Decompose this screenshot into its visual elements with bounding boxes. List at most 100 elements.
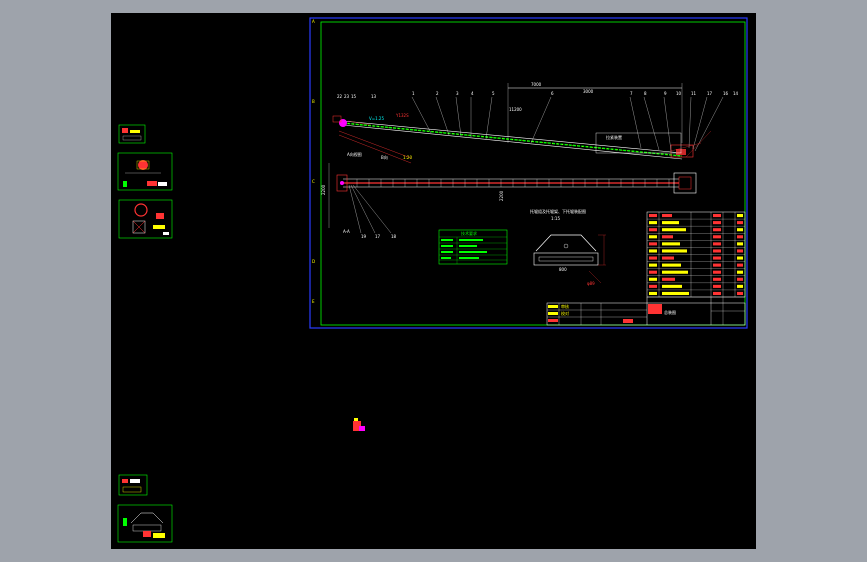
parts-row-name bbox=[662, 263, 681, 267]
parts-row-note bbox=[737, 263, 743, 267]
plan-view-conveyor[interactable]: 2200 2200 19 17 18 B向 A-A bbox=[321, 154, 697, 239]
parts-row-note bbox=[737, 256, 743, 260]
parts-row-name bbox=[662, 270, 688, 274]
thumbnail-drawing-5[interactable] bbox=[117, 504, 173, 543]
parts-row-note bbox=[737, 249, 743, 253]
parts-row-qty bbox=[713, 270, 721, 274]
parts-row-index bbox=[649, 242, 657, 246]
parts-row-name bbox=[662, 284, 682, 288]
parts-row-index bbox=[649, 256, 657, 260]
parts-row-name bbox=[662, 256, 674, 260]
part-callout-15: 15 bbox=[351, 94, 357, 99]
part-callout-7: 7 bbox=[630, 91, 633, 96]
dim-vertical-mid: 2200 bbox=[499, 190, 504, 201]
model-space-viewport[interactable]: A B C D E 7000 3000 22 23 15 13 1 2 3 4 5 6 7 8 9 10 1… bbox=[111, 13, 756, 549]
parts-row-qty bbox=[713, 214, 721, 218]
dim-mid: 11200 bbox=[509, 107, 522, 112]
parts-row-name bbox=[662, 235, 673, 239]
part-number-callouts-top: 22 23 15 131 2 3 4 5 6 7 8 9 10 11 17 16 14 bbox=[337, 91, 739, 99]
part-callout-1: 1 bbox=[412, 91, 415, 96]
parts-row-qty bbox=[713, 291, 721, 295]
parts-row-qty bbox=[713, 228, 721, 232]
part-callout-4: 4 bbox=[471, 91, 474, 96]
thumbnail-drawing-1[interactable] bbox=[118, 124, 146, 144]
parts-row-index bbox=[649, 284, 657, 288]
part-callout-13: 13 bbox=[371, 94, 377, 99]
parts-row-name bbox=[662, 228, 686, 232]
title-review-label: 审核 bbox=[561, 303, 569, 309]
svg-text:D: D bbox=[312, 259, 315, 264]
parts-row-index bbox=[649, 214, 657, 218]
thumbnail-drawing-3[interactable] bbox=[118, 199, 173, 239]
svg-text:E: E bbox=[312, 299, 315, 304]
label-tension: 拉紧装置 bbox=[606, 134, 622, 140]
svg-text:A: A bbox=[312, 19, 315, 24]
thumbnail-drawing-2[interactable] bbox=[117, 152, 173, 191]
small-block-center[interactable] bbox=[353, 418, 365, 431]
dim-vertical-left: 2200 bbox=[321, 184, 326, 195]
parts-row-qty bbox=[713, 249, 721, 253]
label-motor: Y132S bbox=[395, 113, 409, 118]
section-title: 托辊组及托辊架、下托辊装配图 bbox=[530, 208, 586, 214]
parts-row-name bbox=[662, 291, 689, 295]
inclined-conveyor[interactable]: V=1.25 Y132S 拉紧装置 11200 A向视图 1:20 bbox=[332, 96, 724, 164]
label-view-b: A-A bbox=[343, 229, 350, 234]
head-pulley[interactable] bbox=[339, 119, 347, 127]
parts-row-note bbox=[737, 221, 743, 225]
parts-row-qty bbox=[713, 284, 721, 288]
label-b-view: B向 bbox=[381, 154, 388, 160]
parts-row-name bbox=[662, 221, 679, 225]
parts-row-qty bbox=[713, 242, 721, 246]
cad-drawing-canvas[interactable]: A B C D E 7000 3000 22 23 15 131 2 3 4 5 6 7 8 9 10 1… bbox=[111, 13, 756, 549]
parts-row-name bbox=[662, 214, 672, 218]
title-block[interactable]: 审核 校对 总装图 bbox=[546, 297, 746, 326]
main-sheet[interactable]: A B C D E 7000 3000 22 23 15 131 2 3 4 5 6 7 8 9 10 1… bbox=[309, 17, 748, 329]
part-callout-22: 22 bbox=[337, 94, 343, 99]
section-width: 800 bbox=[559, 267, 567, 272]
parts-row-index bbox=[649, 235, 657, 239]
title-check-label: 校对 bbox=[561, 310, 569, 316]
parts-row-index bbox=[649, 270, 657, 274]
parts-row-index bbox=[649, 249, 657, 253]
parts-row-note bbox=[737, 270, 743, 274]
part-callout-2: 2 bbox=[436, 91, 439, 96]
parts-list-table[interactable] bbox=[646, 211, 746, 298]
tech-table-title: 技术要求 bbox=[461, 230, 477, 236]
part-callout-6: 6 bbox=[551, 91, 554, 96]
parts-row-note bbox=[737, 291, 743, 295]
svg-text:C: C bbox=[312, 179, 315, 184]
parts-row-index bbox=[649, 221, 657, 225]
parts-row-note bbox=[737, 277, 743, 281]
part-callout-bottom-19: 19 bbox=[361, 234, 367, 239]
part-callout-23: 23 bbox=[344, 94, 350, 99]
part-callout-9: 9 bbox=[664, 91, 667, 96]
part-callout-14: 14 bbox=[733, 91, 739, 96]
parts-row-note bbox=[737, 242, 743, 246]
title-drawing-name: 总装图 bbox=[664, 309, 676, 315]
parts-row-index bbox=[649, 228, 657, 232]
section-scale: 1:15 bbox=[551, 216, 560, 221]
parts-row-name bbox=[662, 277, 675, 281]
thumbnail-drawing-4[interactable] bbox=[118, 474, 148, 496]
sheet-left-margin-marks: A B C D E bbox=[312, 19, 315, 304]
sheet-inner-border bbox=[320, 21, 746, 326]
label-speed: V=1.25 bbox=[369, 116, 384, 121]
parts-row-note bbox=[737, 284, 743, 288]
svg-text:B: B bbox=[312, 99, 315, 104]
section-note: φ89 bbox=[587, 281, 595, 286]
idler-section-detail[interactable]: 托辊组及托辊架、下托辊装配图 1:15 φ89 800 bbox=[530, 208, 606, 286]
parts-row-name bbox=[662, 249, 687, 253]
part-callout-bottom-17: 17 bbox=[375, 234, 381, 239]
dim-top-overall: 7000 bbox=[531, 82, 542, 87]
trough-idler bbox=[535, 234, 597, 252]
part-callout-17: 17 bbox=[707, 91, 713, 96]
dim-right-segment: 3000 bbox=[583, 89, 594, 94]
part-callout-11: 11 bbox=[691, 91, 697, 96]
parts-row-qty bbox=[713, 263, 721, 267]
parts-row-qty bbox=[713, 221, 721, 225]
part-callout-3: 3 bbox=[456, 91, 459, 96]
parts-row-note bbox=[737, 228, 743, 232]
tech-requirements-table[interactable]: 技术要求 bbox=[438, 229, 508, 265]
parts-row-index bbox=[649, 277, 657, 281]
parts-row-note bbox=[737, 214, 743, 218]
